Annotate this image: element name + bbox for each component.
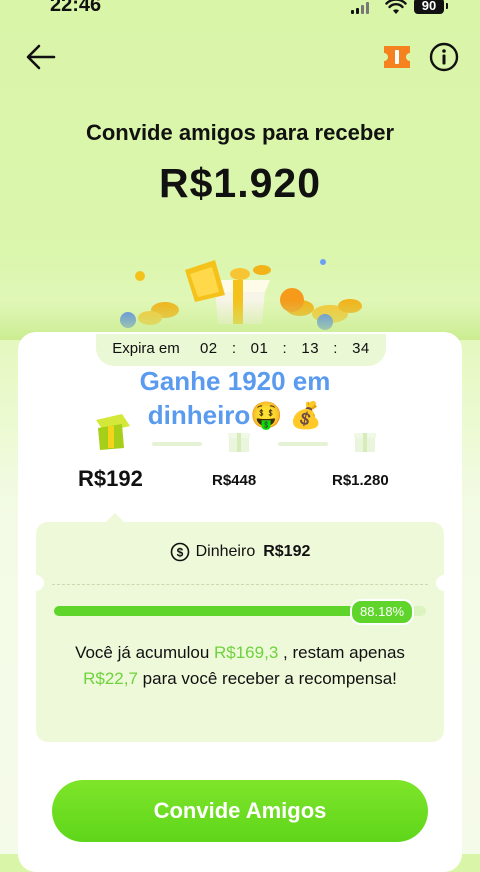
promo-text: Ganhe 1920 em dinheiro🤑 💰: [0, 364, 480, 432]
ticket-icon[interactable]: [382, 44, 412, 70]
invite-friends-button[interactable]: Convide Amigos: [52, 780, 428, 842]
arrow-left-icon[interactable]: [24, 40, 58, 74]
status-time: 22:46: [50, 0, 102, 16]
ticket-notch-right: [436, 575, 452, 591]
svg-text:$: $: [176, 546, 183, 560]
stage-value-2[interactable]: R$448: [212, 472, 256, 489]
promo-line-1: Ganhe 1920 em: [139, 366, 331, 396]
timer-separator: :: [282, 340, 288, 357]
cash-value: R$192: [263, 543, 311, 560]
progress-bar: 88.18%: [54, 599, 426, 625]
dashed-divider: [52, 584, 428, 585]
progress-percent-badge: 88.18%: [350, 599, 415, 625]
timer-days: 02: [199, 340, 218, 357]
promo-line-2: dinheiro🤑 💰: [147, 400, 323, 430]
progress-text-prefix: Você já acumulou: [75, 643, 214, 662]
stage-value-1[interactable]: R$192: [78, 466, 143, 492]
stage-connector: [278, 442, 328, 446]
timer-separator: :: [231, 340, 237, 357]
gift-box-locked-icon: [228, 433, 250, 452]
gift-illustration: [0, 240, 480, 340]
progress-text-middle: , restam apenas: [278, 643, 405, 662]
stage-value-3[interactable]: R$1.280: [332, 472, 389, 489]
progress-fill: [54, 606, 383, 616]
gift-box-icon: [96, 414, 130, 450]
timer-hours: 01: [250, 340, 269, 357]
cash-label: Dinheiro: [195, 543, 256, 560]
timer-separator: :: [333, 340, 338, 357]
cash-row: $ Dinheiro R$192: [36, 522, 444, 582]
progress-text-suffix: para você receber a recompensa!: [137, 669, 397, 688]
page-title: Convide amigos para receber: [85, 120, 395, 145]
stage-connector: [152, 442, 202, 446]
gift-box-locked-icon: [354, 433, 376, 452]
info-icon[interactable]: [429, 42, 459, 72]
remaining-amount: R$22,7: [83, 669, 138, 688]
battery-indicator: 90: [414, 0, 448, 14]
timer-seconds: 34: [352, 340, 370, 357]
timer-label: Expira em: [112, 340, 180, 357]
signal-icon: [351, 2, 369, 14]
countdown-timer: Expira em 02 : 01 : 13 : 34: [96, 334, 386, 366]
accumulated-amount: R$169,3: [214, 643, 279, 662]
timer-minutes: 13: [301, 340, 320, 357]
reward-progress-box: $ Dinheiro R$192 88.18% Você já acumulou…: [28, 522, 452, 742]
reward-amount: R$1.920: [158, 160, 321, 206]
dollar-coin-icon: $: [170, 542, 189, 562]
status-bar: 22:46 90: [0, 0, 480, 22]
wifi-icon: [385, 0, 407, 14]
progress-message: Você já acumulou R$169,3 , restam apenas…: [56, 640, 424, 692]
ticket-notch-left: [28, 575, 44, 591]
